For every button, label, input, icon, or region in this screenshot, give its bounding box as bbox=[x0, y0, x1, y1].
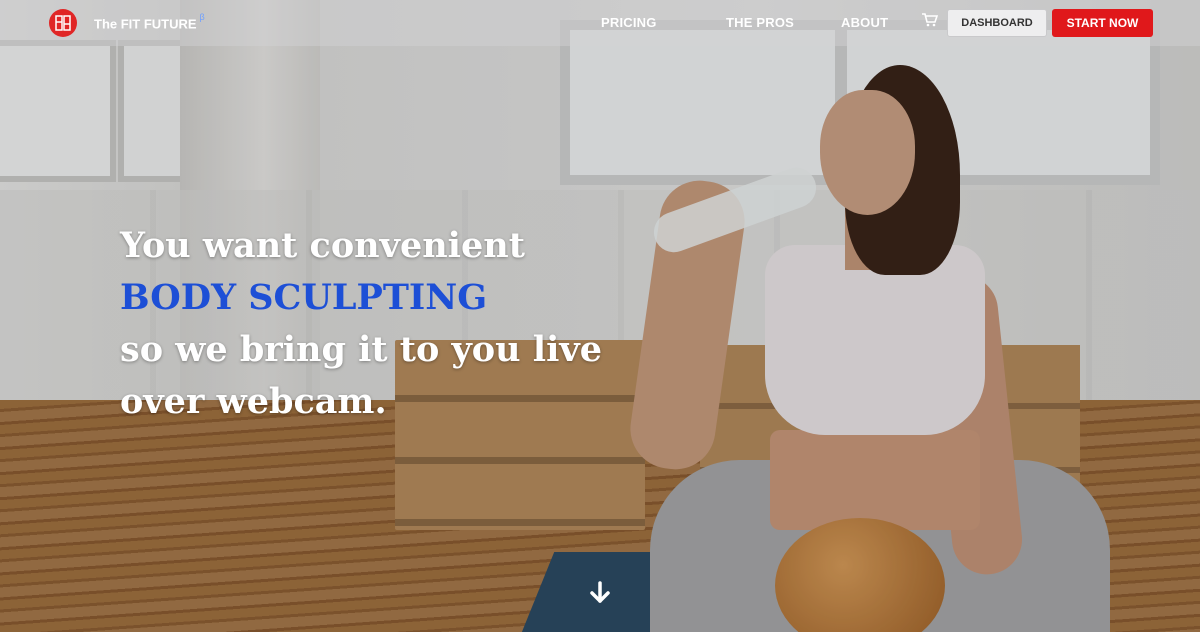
headline-line-4: over webcam. bbox=[120, 381, 387, 422]
brand-title: The FIT FUTURE bbox=[94, 16, 197, 32]
beta-badge: β bbox=[199, 12, 205, 22]
nav-about-link[interactable]: ABOUT bbox=[841, 15, 888, 30]
nav-the-pros-link[interactable]: THE PROS bbox=[726, 15, 794, 30]
hero-headline: You want convenient BODY SCULPTING so we… bbox=[120, 220, 602, 428]
headline-line-3: so we bring it to you live bbox=[120, 329, 602, 370]
arrow-down-icon[interactable] bbox=[588, 581, 612, 605]
headline-line-1: You want convenient bbox=[120, 225, 525, 266]
fit-future-logo-icon[interactable] bbox=[49, 9, 77, 37]
logo-mark-icon bbox=[55, 15, 71, 31]
brand-name[interactable]: The FIT FUTURE β bbox=[94, 12, 205, 32]
headline-accent-line: BODY SCULPTING bbox=[120, 277, 488, 318]
nav-pricing-link[interactable]: PRICING bbox=[601, 15, 657, 30]
dashboard-button[interactable]: DASHBOARD bbox=[947, 9, 1047, 37]
start-now-button[interactable]: START NOW bbox=[1052, 9, 1153, 37]
cart-icon[interactable] bbox=[922, 13, 938, 27]
top-navbar: The FIT FUTURE β PRICING THE PROS ABOUT D… bbox=[0, 0, 1200, 46]
